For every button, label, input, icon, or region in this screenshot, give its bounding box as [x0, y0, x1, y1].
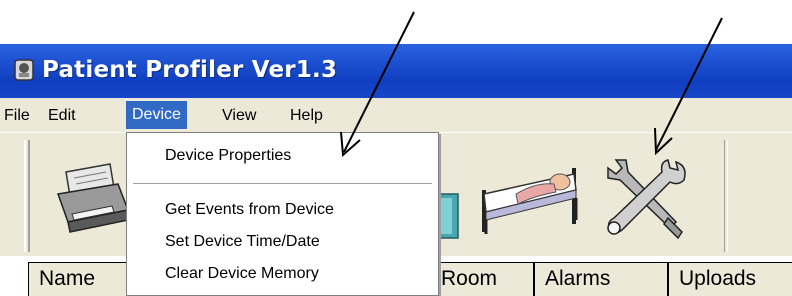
app-icon — [14, 59, 34, 81]
menu-edit[interactable]: Edit — [48, 105, 76, 127]
menu-bar: File Edit Device View Help — [0, 98, 792, 132]
menu-view[interactable]: View — [222, 105, 256, 127]
column-uploads[interactable]: Uploads — [668, 262, 792, 296]
menu-file[interactable]: File — [4, 105, 30, 127]
bed-icon[interactable] — [476, 160, 586, 240]
window-title: Patient Profiler Ver1.3 — [42, 57, 338, 83]
toolbar-grip[interactable] — [24, 140, 30, 252]
menu-separator — [133, 183, 432, 184]
title-bar: Patient Profiler Ver1.3 — [0, 44, 792, 98]
column-alarms[interactable]: Alarms — [534, 262, 668, 296]
menu-item-get-events[interactable]: Get Events from Device — [165, 201, 334, 219]
column-room[interactable]: Room — [430, 262, 534, 296]
printer-icon[interactable] — [52, 158, 134, 240]
menu-item-set-time-date[interactable]: Set Device Time/Date — [165, 233, 320, 251]
device-dropdown-menu: Device Properties Get Events from Device… — [126, 132, 439, 296]
menu-item-clear-memory[interactable]: Clear Device Memory — [165, 265, 319, 283]
tools-icon[interactable] — [598, 150, 694, 246]
device-icon[interactable] — [438, 192, 462, 242]
menu-device[interactable]: Device — [126, 101, 187, 129]
menu-help[interactable]: Help — [290, 105, 323, 127]
toolbar-separator — [724, 140, 728, 252]
menu-item-device-properties[interactable]: Device Properties — [165, 147, 291, 165]
